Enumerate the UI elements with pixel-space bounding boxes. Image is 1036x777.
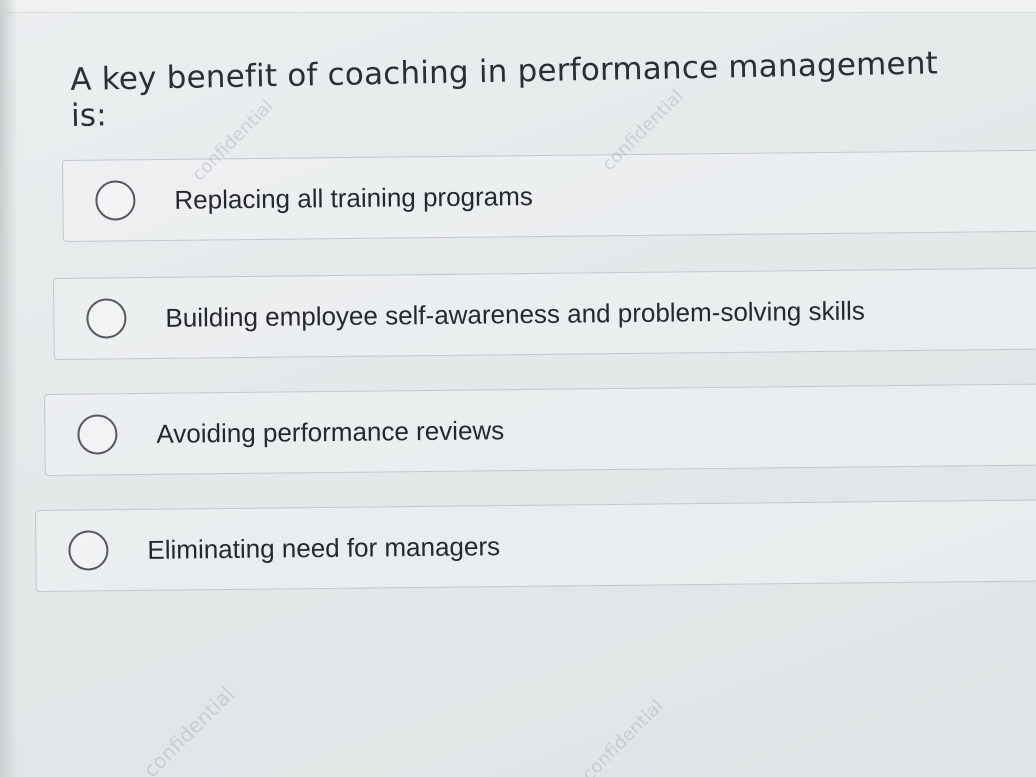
radio-button-icon[interactable] [77,414,118,455]
answer-option-2[interactable]: Building employee self-awareness and pro… [53,267,1036,360]
radio-button-icon[interactable] [95,180,136,221]
answer-option-3[interactable]: Avoiding performance reviews [44,383,1036,476]
answer-option-label: Eliminating need for managers [147,531,501,565]
radio-button-icon[interactable] [86,298,127,339]
answer-option-label: Avoiding performance reviews [156,415,505,449]
answer-options: Replacing all training programs Building… [0,0,1036,777]
answer-option-label: Building employee self-awareness and pro… [165,295,865,333]
radio-button-icon[interactable] [68,530,109,571]
answer-option-1[interactable]: Replacing all training programs [62,149,1036,242]
answer-option-4[interactable]: Eliminating need for managers [35,499,1036,592]
answer-option-label: Replacing all training programs [174,181,533,215]
